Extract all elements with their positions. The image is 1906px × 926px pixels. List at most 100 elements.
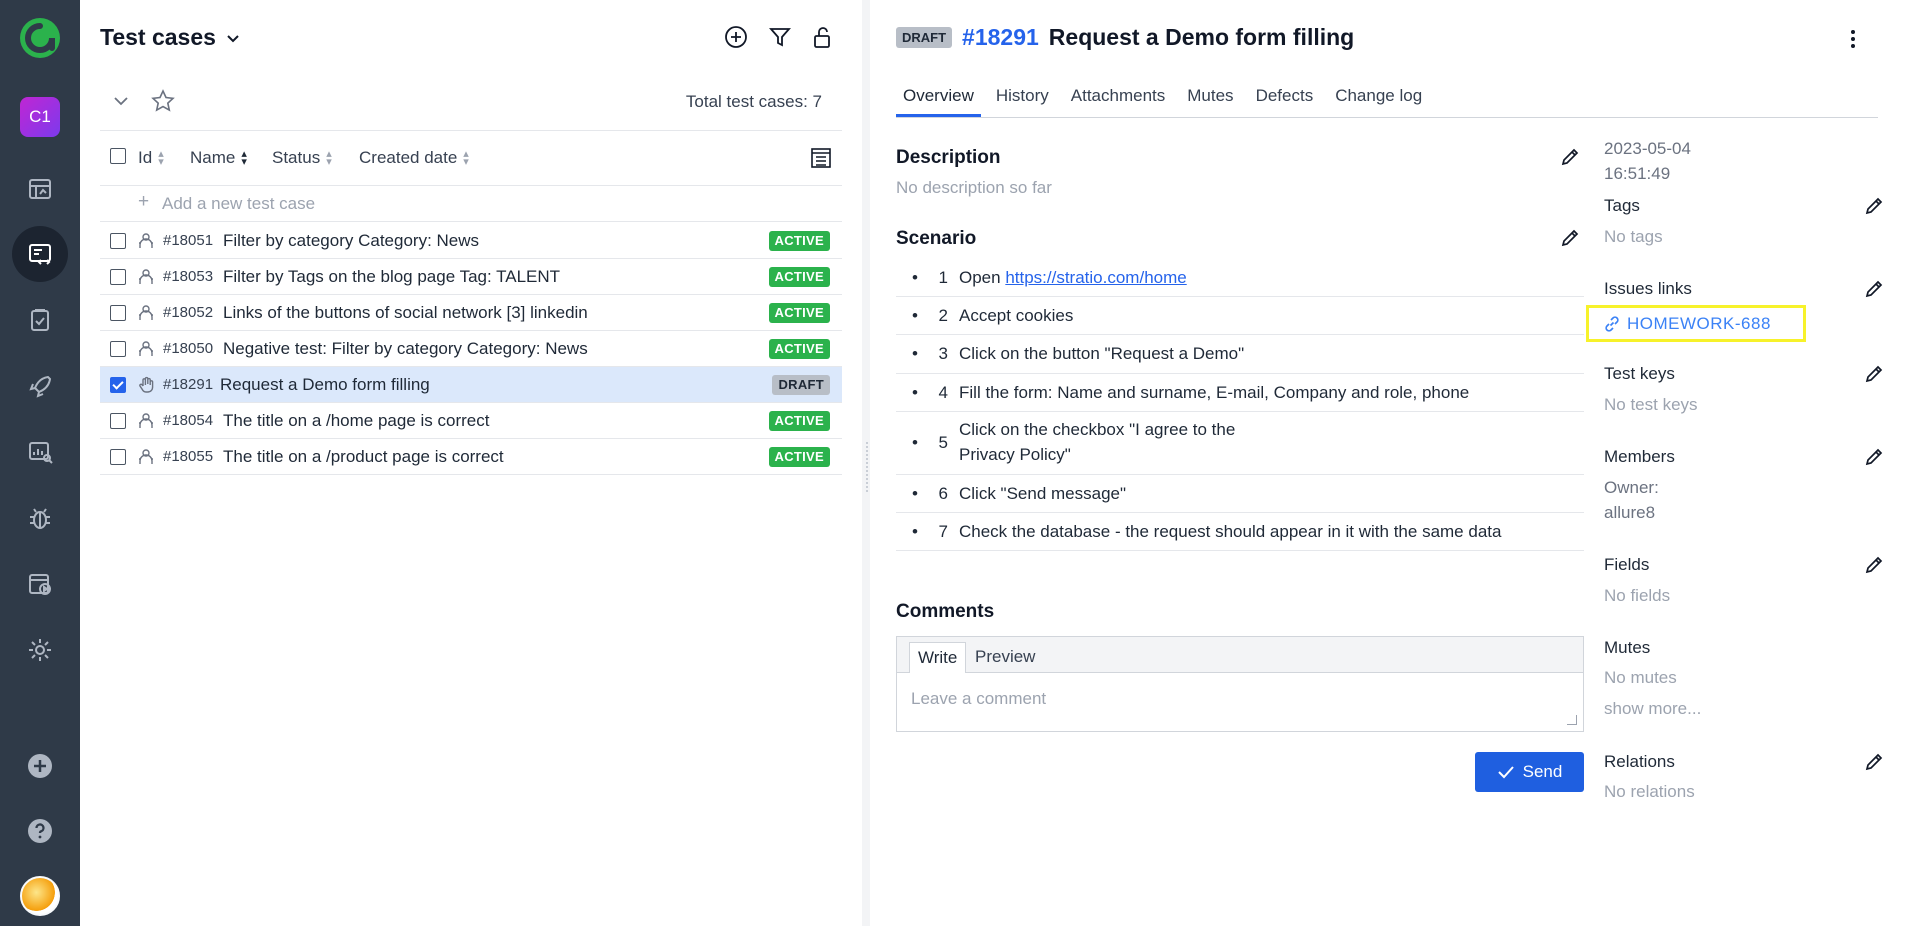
status-badge: ACTIVE — [768, 267, 830, 287]
row-checkbox[interactable] — [110, 305, 126, 321]
show-more-link[interactable]: show more... — [1604, 699, 1701, 719]
analytics-icon[interactable] — [12, 424, 68, 480]
unlock-icon[interactable] — [807, 22, 837, 52]
tab-defects[interactable]: Defects — [1249, 84, 1321, 117]
row-checkbox[interactable] — [110, 341, 126, 357]
help-icon[interactable] — [12, 803, 68, 859]
tab-overview[interactable]: Overview — [896, 84, 981, 117]
column-name-label: Name — [190, 148, 236, 167]
status-badge: ACTIVE — [768, 339, 830, 359]
scenario-step[interactable]: • 3 Click on the button "Request a Demo" — [896, 335, 1584, 374]
settings-icon[interactable] — [12, 622, 68, 678]
send-button[interactable]: Send — [1475, 752, 1584, 792]
description-empty: No description so far — [896, 178, 1052, 197]
filter-icon[interactable] — [765, 22, 795, 52]
sort-icon: ▴ ▾ — [326, 148, 332, 168]
comment-tab-write[interactable]: Write — [909, 642, 967, 673]
column-created-date[interactable]: Created date ▴ ▾ — [359, 148, 469, 168]
comment-tab-preview[interactable]: Preview — [967, 642, 1043, 673]
collapse-chevron-icon[interactable] — [108, 88, 134, 114]
row-checkbox[interactable] — [110, 269, 126, 285]
edit-tags-icon[interactable] — [1863, 195, 1885, 217]
step-bullet: • — [912, 268, 918, 287]
status-badge: ACTIVE — [768, 231, 830, 251]
tab-change-log[interactable]: Change log — [1328, 84, 1429, 117]
issue-link-highlight: HOMEWORK-688 — [1586, 305, 1806, 342]
row-checkbox[interactable] — [110, 377, 126, 393]
draft-badge: DRAFT — [896, 27, 953, 48]
table-row[interactable]: #18054 The title on a /home page is corre… — [100, 403, 842, 439]
row-id: #18050 — [163, 340, 214, 357]
test-case-title[interactable]: Request a Demo form filling — [1049, 24, 1354, 51]
select-all-checkbox[interactable] — [110, 148, 126, 164]
scenario-step[interactable]: • 1 Open https://stratio.com/home — [896, 259, 1584, 297]
step-link[interactable]: https://stratio.com/home — [1005, 268, 1186, 287]
test-plans-icon[interactable] — [12, 292, 68, 348]
splitter-grip[interactable] — [866, 442, 868, 492]
list-title-dropdown[interactable]: Test cases — [100, 24, 242, 51]
defects-icon[interactable] — [12, 490, 68, 546]
edit-fields-icon[interactable] — [1863, 554, 1885, 576]
jobs-icon[interactable] — [12, 556, 68, 612]
test-case-number[interactable]: #18291 — [962, 24, 1039, 51]
step-number: 4 — [938, 383, 948, 402]
edit-description-icon[interactable] — [1559, 146, 1581, 168]
step-text-line2: Privacy Policy" — [959, 445, 1071, 464]
more-menu-icon[interactable] — [1840, 26, 1866, 52]
column-id[interactable]: Id ▴ ▾ — [138, 148, 164, 168]
tab-mutes[interactable]: Mutes — [1180, 84, 1240, 117]
column-status[interactable]: Status ▴ ▾ — [272, 148, 332, 168]
scenario-step[interactable]: • 4 Fill the form: Name and surname, E-ma… — [896, 374, 1584, 412]
tab-attachments[interactable]: Attachments — [1064, 84, 1173, 117]
scenario-step[interactable]: • 7 Check the database - the request shou… — [896, 513, 1584, 551]
detail-header: DRAFT #18291 Request a Demo form filling — [896, 24, 1354, 51]
step-text: Open https://stratio.com/home — [959, 268, 1187, 288]
row-name: The title on a /product page is correct — [223, 447, 504, 466]
issue-link[interactable]: HOMEWORK-688 — [1603, 314, 1771, 334]
tab-history[interactable]: History — [989, 84, 1056, 117]
send-label: Send — [1522, 762, 1563, 781]
mutes-empty: No mutes — [1604, 668, 1677, 687]
row-checkbox[interactable] — [110, 413, 126, 429]
scenario-step[interactable]: • 6 Click "Send message" — [896, 475, 1584, 513]
project-avatar[interactable]: C1 — [20, 97, 60, 137]
issue-link-label: HOMEWORK-688 — [1627, 314, 1771, 333]
table-row[interactable]: #18053 Filter by Tags on the blog page Ta… — [100, 259, 842, 295]
add-test-case-icon[interactable] — [721, 22, 751, 52]
test-cases-icon[interactable] — [12, 226, 68, 282]
user-avatar[interactable] — [20, 876, 60, 916]
star-icon[interactable] — [150, 88, 176, 114]
test-keys-empty: No test keys — [1604, 395, 1698, 414]
comment-input[interactable]: Leave a comment — [911, 689, 1046, 709]
table-header: Id ▴ ▾ Name ▴ ▾ Status ▴ ▾ Created date ▴ ▾ — [100, 130, 842, 186]
scenario-step[interactable]: • 2 Accept cookies — [896, 297, 1584, 335]
table-row[interactable]: #18052 Links of the buttons of social net… — [100, 295, 842, 331]
add-icon[interactable] — [12, 738, 68, 794]
table-settings-icon[interactable] — [808, 145, 834, 171]
column-name[interactable]: Name ▴ ▾ — [190, 148, 247, 168]
row-id: #18051 — [163, 232, 214, 249]
resize-handle-icon[interactable] — [1567, 715, 1577, 725]
allure-logo-icon[interactable] — [19, 17, 61, 59]
table-row[interactable]: #18050 Negative test: Filter by category … — [100, 331, 842, 367]
table-row[interactable]: #18055 The title on a /product page is co… — [100, 439, 842, 475]
table-row[interactable]: #18291 Request a Demo form filling DRAFT — [100, 367, 842, 403]
table-row[interactable]: #18051 Filter by category Category: News A… — [100, 223, 842, 259]
row-checkbox[interactable] — [110, 233, 126, 249]
edit-relations-icon[interactable] — [1863, 751, 1885, 773]
step-prefix: Open — [959, 268, 1006, 287]
step-number: 1 — [938, 268, 948, 287]
scenario-step[interactable]: • 5 Click on the checkbox "I agree to the… — [896, 412, 1584, 475]
step-bullet: • — [912, 344, 918, 363]
launches-icon[interactable] — [12, 358, 68, 414]
add-test-case-row[interactable]: + Add a new test case — [100, 187, 842, 222]
row-checkbox[interactable] — [110, 449, 126, 465]
edit-members-icon[interactable] — [1863, 446, 1885, 468]
edit-test-keys-icon[interactable] — [1863, 363, 1885, 385]
test-case-detail-panel: DRAFT #18291 Request a Demo form filling… — [870, 0, 1906, 926]
dashboards-icon[interactable] — [12, 161, 68, 217]
status-badge: ACTIVE — [768, 411, 830, 431]
edit-issues-icon[interactable] — [1863, 278, 1885, 300]
automated-robot-icon — [139, 449, 153, 464]
edit-scenario-icon[interactable] — [1559, 227, 1581, 249]
